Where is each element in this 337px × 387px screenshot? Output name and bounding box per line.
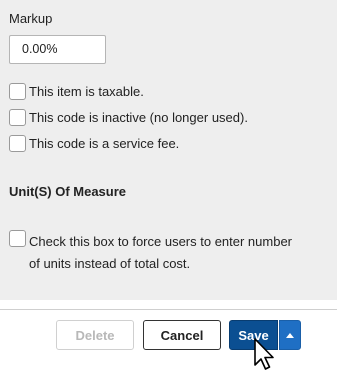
caret-up-icon — [286, 332, 294, 338]
markup-input[interactable]: 0.00% — [9, 35, 106, 64]
force-units-label: Check this box to force users to enter n… — [29, 231, 329, 275]
markup-label: Markup — [9, 11, 53, 26]
force-units-checkbox[interactable] — [9, 230, 26, 247]
taxable-checkbox[interactable] — [9, 83, 26, 100]
footer-divider — [0, 309, 337, 310]
units-section-title: Unit(S) Of Measure — [9, 184, 127, 199]
force-units-label-line1: Check this box to force users to enter n… — [29, 234, 293, 249]
inactive-option[interactable]: This code is inactive (no longer used). — [9, 109, 248, 126]
mouse-pointer-icon — [254, 338, 274, 370]
force-units-label-line2: of units instead of total cost. — [29, 256, 191, 271]
inactive-label: This code is inactive (no longer used). — [29, 110, 248, 125]
settings-panel: Markup 0.00% This item is taxable. This … — [0, 0, 337, 300]
save-options-button[interactable] — [279, 320, 301, 350]
inactive-checkbox[interactable] — [9, 109, 26, 126]
taxable-label: This item is taxable. — [29, 84, 144, 99]
service-fee-label: This code is a service fee. — [29, 136, 180, 151]
service-fee-option[interactable]: This code is a service fee. — [9, 135, 179, 152]
taxable-option[interactable]: This item is taxable. — [9, 83, 144, 100]
delete-button[interactable]: Delete — [56, 320, 134, 350]
cancel-button[interactable]: Cancel — [143, 320, 221, 350]
service-fee-checkbox[interactable] — [9, 135, 26, 152]
